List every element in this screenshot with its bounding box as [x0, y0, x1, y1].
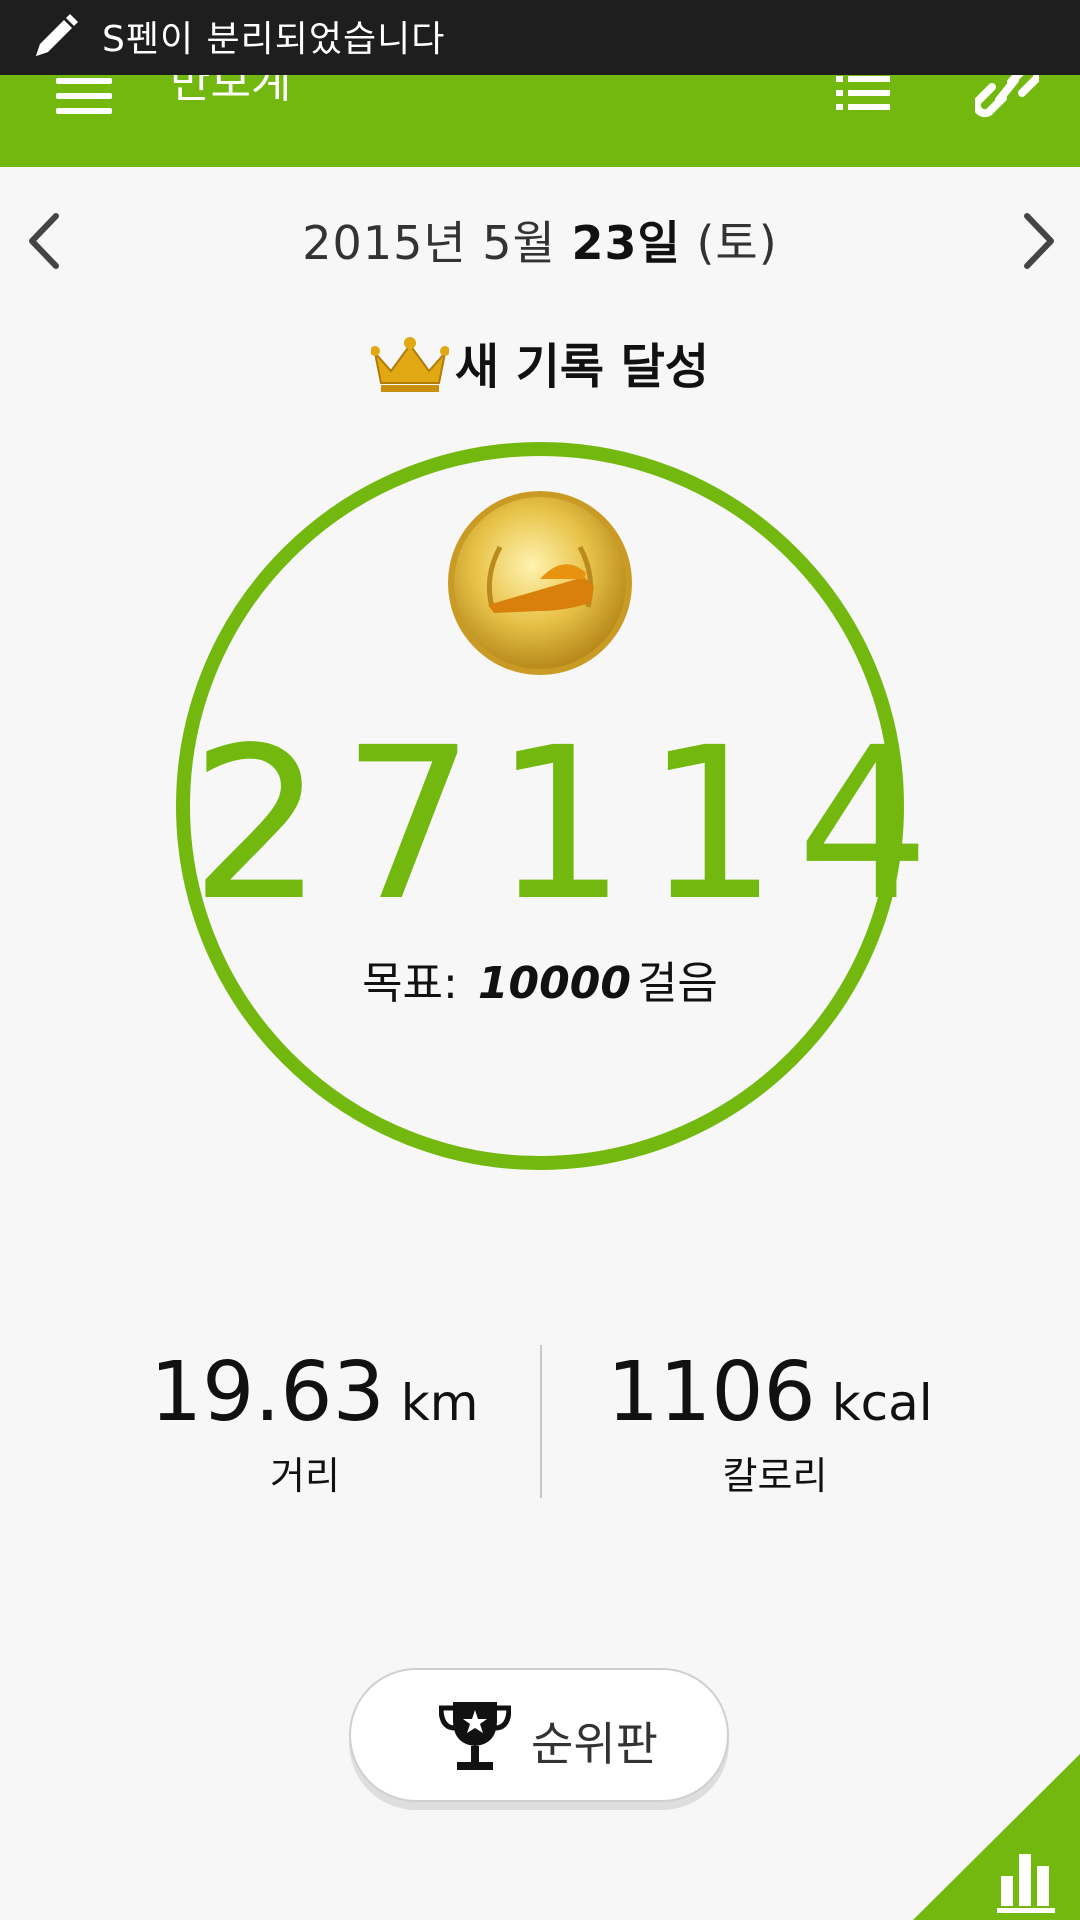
step-goal: 목표: 10000 걸음	[362, 958, 718, 1009]
leaderboard-button[interactable]: 순위판	[349, 1668, 729, 1802]
stats-divider	[540, 1345, 542, 1498]
crown-icon	[370, 337, 449, 392]
new-record-text: 새 기록 달성	[454, 339, 710, 395]
next-day-chevron-icon[interactable]	[1013, 210, 1063, 272]
bar-chart-icon[interactable]	[913, 1754, 1080, 1920]
trophy-icon	[439, 1702, 511, 1770]
calories-value: 1106 kcal	[607, 1345, 933, 1440]
notification-text: S펜이 분리되었습니다	[102, 19, 446, 60]
pen-icon	[36, 14, 78, 56]
new-record-banner: 새 기록 달성	[0, 327, 1080, 397]
distance-value: 19.63 km	[150, 1345, 479, 1440]
list-icon[interactable]	[836, 76, 890, 110]
notification-banner: S펜이 분리되었습니다	[0, 0, 1080, 75]
gold-shoe-medal-icon	[448, 491, 632, 675]
leaderboard-label: 순위판	[531, 1717, 658, 1771]
hamburger-menu-icon[interactable]	[56, 78, 112, 114]
distance-label: 거리	[270, 1454, 340, 1498]
calories-label: 칼로리	[722, 1454, 828, 1498]
step-count: 27114	[190, 702, 949, 947]
date-label: 2015년 5월 23일 (토)	[302, 216, 778, 270]
